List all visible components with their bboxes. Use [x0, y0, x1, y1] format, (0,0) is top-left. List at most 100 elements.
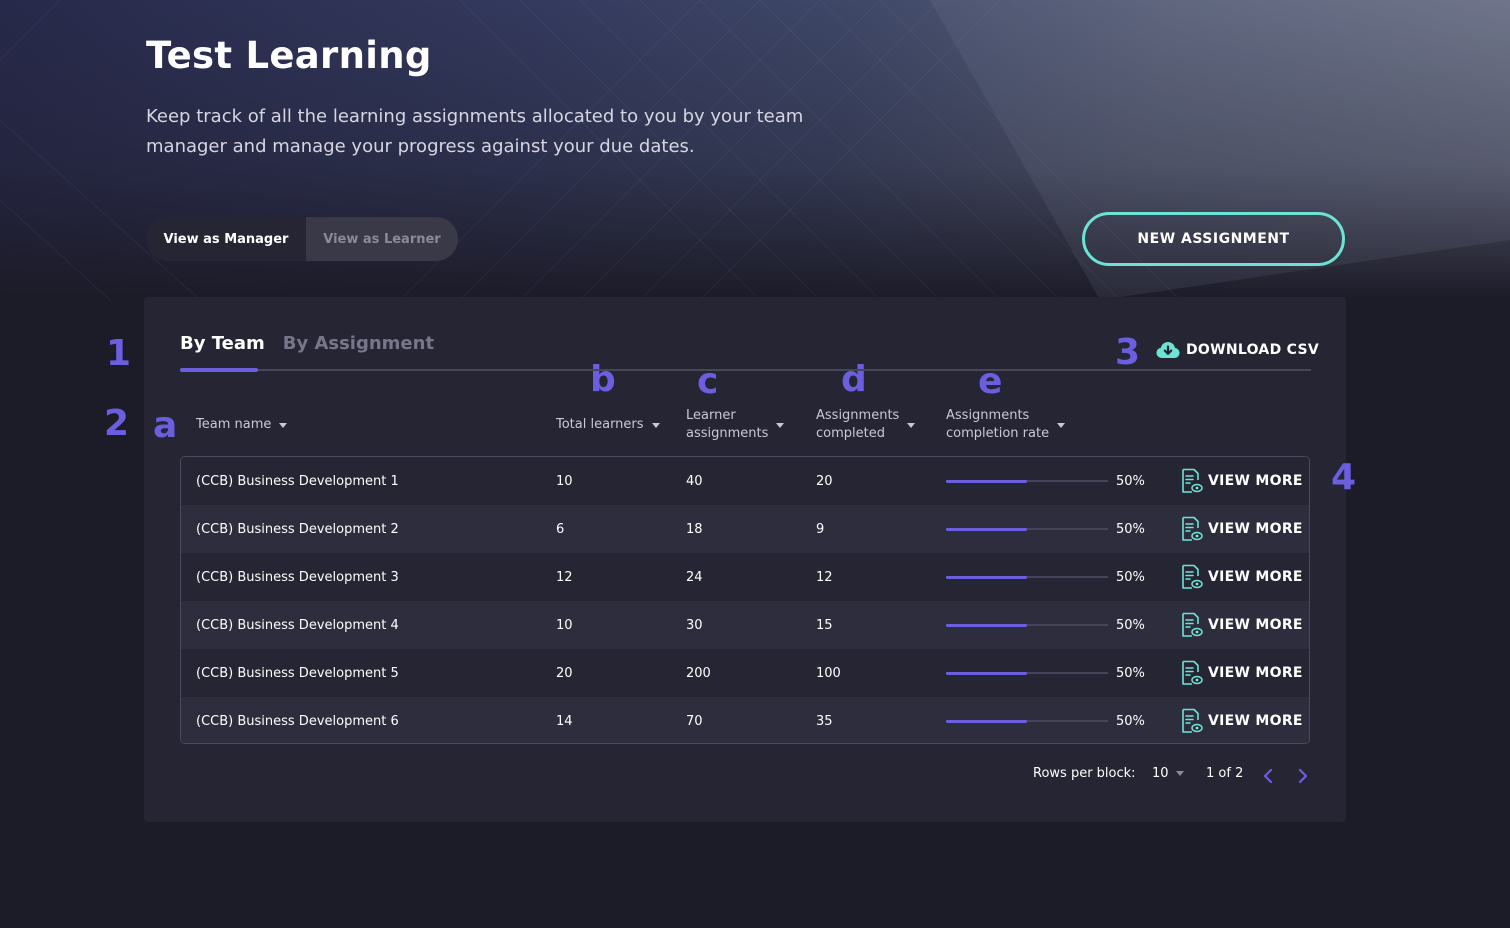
completion-rate-cell: 50%	[1116, 569, 1145, 585]
table-row: (CCB) Business Development 2 6 18 9 50% VIEW …	[181, 505, 1309, 553]
completion-progress-fill	[946, 575, 1027, 579]
annotation-marker-4: 4	[1331, 457, 1357, 498]
total-learners-cell: 12	[556, 569, 573, 585]
view-more-label: VIEW MORE	[1208, 665, 1303, 681]
team-name-cell: (CCB) Business Development 3	[196, 569, 399, 585]
learner-assignments-cell: 18	[686, 521, 703, 537]
table-row: (CCB) Business Development 6 14 70 35 50% VIE…	[181, 697, 1309, 743]
view-more-label: VIEW MORE	[1208, 473, 1303, 489]
learner-assignments-cell: 24	[686, 569, 703, 585]
view-document-icon	[1182, 468, 1203, 493]
rows-per-block-label: Rows per block:	[1033, 766, 1136, 781]
sort-caret-icon	[776, 422, 785, 428]
table-row: (CCB) Business Development 3 12 24 12 50% VIE…	[181, 553, 1309, 601]
completion-progress-fill	[946, 623, 1027, 627]
completion-progress-fill	[946, 527, 1027, 531]
view-as-learner-toggle[interactable]: View as Learner	[306, 217, 458, 261]
table-row: (CCB) Business Development 1 10 40 20 50% VIE…	[181, 457, 1309, 505]
total-learners-cell: 10	[556, 473, 573, 489]
team-name-cell: (CCB) Business Development 5	[196, 665, 399, 681]
column-header-assignments-completed[interactable]: Assignments completed	[816, 407, 916, 443]
total-learners-cell: 10	[556, 617, 573, 633]
view-document-icon	[1182, 564, 1203, 589]
completion-progress-bar	[946, 623, 1108, 627]
completion-progress-fill	[946, 671, 1027, 675]
annotation-marker-1: 1	[106, 333, 132, 374]
tab-by-team[interactable]: By Team	[180, 333, 265, 366]
annotation-marker-d: d	[841, 359, 867, 400]
column-header-team-name[interactable]: Team name	[196, 416, 288, 434]
completion-rate-cell: 50%	[1116, 617, 1145, 633]
column-header-total-learners[interactable]: Total learners	[556, 416, 660, 434]
view-document-icon	[1182, 660, 1203, 685]
completion-progress-fill	[946, 479, 1027, 483]
next-page-button[interactable]	[1297, 768, 1309, 784]
completion-rate-cell: 50%	[1116, 473, 1145, 489]
completion-rate-cell: 50%	[1116, 521, 1145, 537]
download-csv-label: DOWNLOAD CSV	[1186, 342, 1320, 358]
chevron-left-icon	[1263, 768, 1273, 784]
learner-assignments-cell: 70	[686, 713, 703, 729]
annotation-marker-a: a	[153, 405, 178, 446]
tab-by-assignment[interactable]: By Assignment	[283, 333, 434, 366]
cloud-download-icon	[1156, 342, 1180, 358]
assignments-completed-cell: 100	[816, 665, 841, 681]
new-assignment-button[interactable]: NEW ASSIGNMENT	[1082, 212, 1345, 266]
view-more-button[interactable]: VIEW MORE	[1181, 649, 1303, 697]
assignments-completed-cell: 15	[816, 617, 833, 633]
annotation-marker-3: 3	[1115, 332, 1141, 373]
tab-divider	[180, 369, 1311, 371]
view-more-label: VIEW MORE	[1208, 569, 1303, 585]
page-subtitle: Keep track of all the learning assignmen…	[146, 106, 804, 157]
completion-progress-bar	[946, 527, 1108, 531]
team-name-cell: (CCB) Business Development 1	[196, 473, 399, 489]
total-learners-cell: 20	[556, 665, 573, 681]
team-name-cell: (CCB) Business Development 2	[196, 521, 399, 537]
view-more-button[interactable]: VIEW MORE	[1181, 697, 1303, 743]
learner-assignments-cell: 40	[686, 473, 703, 489]
total-learners-cell: 14	[556, 713, 573, 729]
completion-rate-cell: 50%	[1116, 665, 1145, 681]
learner-assignments-cell: 30	[686, 617, 703, 633]
completion-rate-cell: 50%	[1116, 713, 1145, 729]
column-header-completion-rate[interactable]: Assignments completion rate	[946, 407, 1066, 443]
panel-tabs: By Team By Assignment	[180, 333, 434, 366]
view-more-label: VIEW MORE	[1208, 521, 1303, 537]
learner-assignments-cell: 200	[686, 665, 711, 681]
download-csv-button[interactable]: DOWNLOAD CSV	[1156, 341, 1319, 359]
view-more-label: VIEW MORE	[1208, 617, 1303, 633]
previous-page-button[interactable]	[1262, 768, 1274, 784]
view-document-icon	[1182, 708, 1203, 733]
assignments-completed-cell: 9	[816, 521, 825, 537]
chevron-right-icon	[1298, 768, 1308, 784]
team-name-cell: (CCB) Business Development 6	[196, 713, 399, 729]
view-more-button[interactable]: VIEW MORE	[1181, 553, 1303, 601]
view-document-icon	[1182, 516, 1203, 541]
sort-caret-icon	[651, 422, 660, 428]
assignments-completed-cell: 20	[816, 473, 833, 489]
assignments-completed-cell: 12	[816, 569, 833, 585]
sort-caret-icon	[1057, 422, 1066, 428]
total-learners-cell: 6	[556, 521, 565, 537]
assignments-completed-cell: 35	[816, 713, 833, 729]
table-row: (CCB) Business Development 4 10 30 15 50% VIE…	[181, 601, 1309, 649]
view-more-button[interactable]: VIEW MORE	[1181, 457, 1303, 505]
team-name-cell: (CCB) Business Development 4	[196, 617, 399, 633]
completion-progress-bar	[946, 671, 1108, 675]
annotation-marker-b: b	[590, 359, 616, 400]
view-more-button[interactable]: VIEW MORE	[1181, 601, 1303, 649]
rows-per-block-select[interactable]: 10	[1152, 766, 1184, 781]
completion-progress-bar	[946, 479, 1108, 483]
view-toggle: View as Manager View as Learner	[146, 217, 458, 261]
sort-caret-icon	[279, 422, 288, 428]
completion-progress-fill	[946, 719, 1027, 723]
sort-caret-icon	[907, 422, 916, 428]
completion-progress-bar	[946, 719, 1108, 723]
view-more-button[interactable]: VIEW MORE	[1181, 505, 1303, 553]
view-document-icon	[1182, 612, 1203, 637]
teams-table: (CCB) Business Development 1 10 40 20 50% VIE…	[180, 456, 1310, 744]
page-title: Test Learning	[146, 34, 432, 77]
column-header-learner-assignments[interactable]: Learner assignments	[686, 407, 785, 443]
view-as-manager-toggle[interactable]: View as Manager	[146, 217, 306, 261]
view-more-label: VIEW MORE	[1208, 713, 1303, 729]
